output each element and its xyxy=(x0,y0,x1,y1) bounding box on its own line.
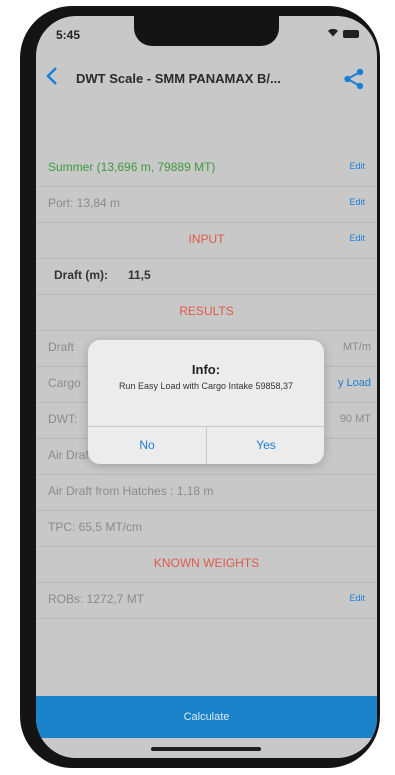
robs-label: ROBs: 1272,7 MT xyxy=(48,592,145,606)
port-row: Port: 13,84 m Edit xyxy=(36,186,377,223)
draft-input-value[interactable]: 11,5 xyxy=(128,268,151,282)
share-icon[interactable] xyxy=(343,68,365,95)
calculate-button[interactable]: Calculate xyxy=(36,696,377,738)
input-edit-button[interactable]: Edit xyxy=(349,233,365,243)
battery-icon xyxy=(343,30,359,38)
robs-edit-button[interactable]: Edit xyxy=(349,593,365,603)
app-screen: 5:45 DWT Scale - SMM PANAMAX B/... Summe… xyxy=(36,16,377,758)
port-edit-button[interactable]: Edit xyxy=(349,197,365,207)
dialog-no-button[interactable]: No xyxy=(88,426,206,464)
known-weights-header: KNOWN WEIGHTS xyxy=(36,546,377,583)
easy-load-button[interactable]: y Load xyxy=(338,377,371,389)
air-draft-hatches-label: Air Draft from Hatches : 1,18 m xyxy=(48,484,214,498)
dialog-yes-button[interactable]: Yes xyxy=(207,426,325,464)
port-label: Port: 13,84 m xyxy=(48,196,121,210)
tpc-row: TPC: 65,5 MT/cm xyxy=(36,510,377,547)
input-section-title: INPUT xyxy=(188,232,225,246)
results-section-title: RESULTS xyxy=(179,304,234,318)
input-section-header: INPUT Edit xyxy=(36,222,377,259)
dwt-label: DWT: xyxy=(48,412,78,426)
status-time: 5:45 xyxy=(56,28,81,42)
draft-input-label: Draft (m): xyxy=(54,268,108,282)
info-alert-dialog: Info: Run Easy Load with Cargo Intake 59… xyxy=(88,340,324,464)
draft-input-row[interactable]: Draft (m): 11,5 xyxy=(36,258,377,295)
tpc-label: TPC: 65,5 MT/cm xyxy=(48,520,143,534)
known-weights-title: KNOWN WEIGHTS xyxy=(153,556,260,570)
dialog-title: Info: xyxy=(191,362,221,377)
summer-row: Summer (13,696 m, 79889 MT) Edit xyxy=(36,150,377,187)
summer-edit-button[interactable]: Edit xyxy=(349,161,365,171)
draft-result-unit: MT/m xyxy=(342,341,371,353)
nav-bar: DWT Scale - SMM PANAMAX B/... xyxy=(36,60,377,98)
cargo-label: Cargo xyxy=(48,376,81,390)
chevron-left-icon[interactable] xyxy=(46,66,58,92)
robs-row: ROBs: 1272,7 MT Edit xyxy=(36,582,377,619)
device-notch xyxy=(134,16,279,46)
status-icons xyxy=(327,28,359,40)
draft-result-label: Draft xyxy=(48,340,75,354)
home-indicator xyxy=(151,747,261,751)
wifi-icon xyxy=(327,28,339,40)
air-draft-hatches-row: Air Draft from Hatches : 1,18 m xyxy=(36,474,377,511)
nav-title: DWT Scale - SMM PANAMAX B/... xyxy=(76,71,281,86)
dwt-value: 90 MT xyxy=(339,413,371,425)
summer-label: Summer (13,696 m, 79889 MT) xyxy=(48,160,216,174)
results-section-header: RESULTS xyxy=(36,294,377,331)
dialog-message: Run Easy Load with Cargo Intake 59858,37 xyxy=(118,381,294,391)
